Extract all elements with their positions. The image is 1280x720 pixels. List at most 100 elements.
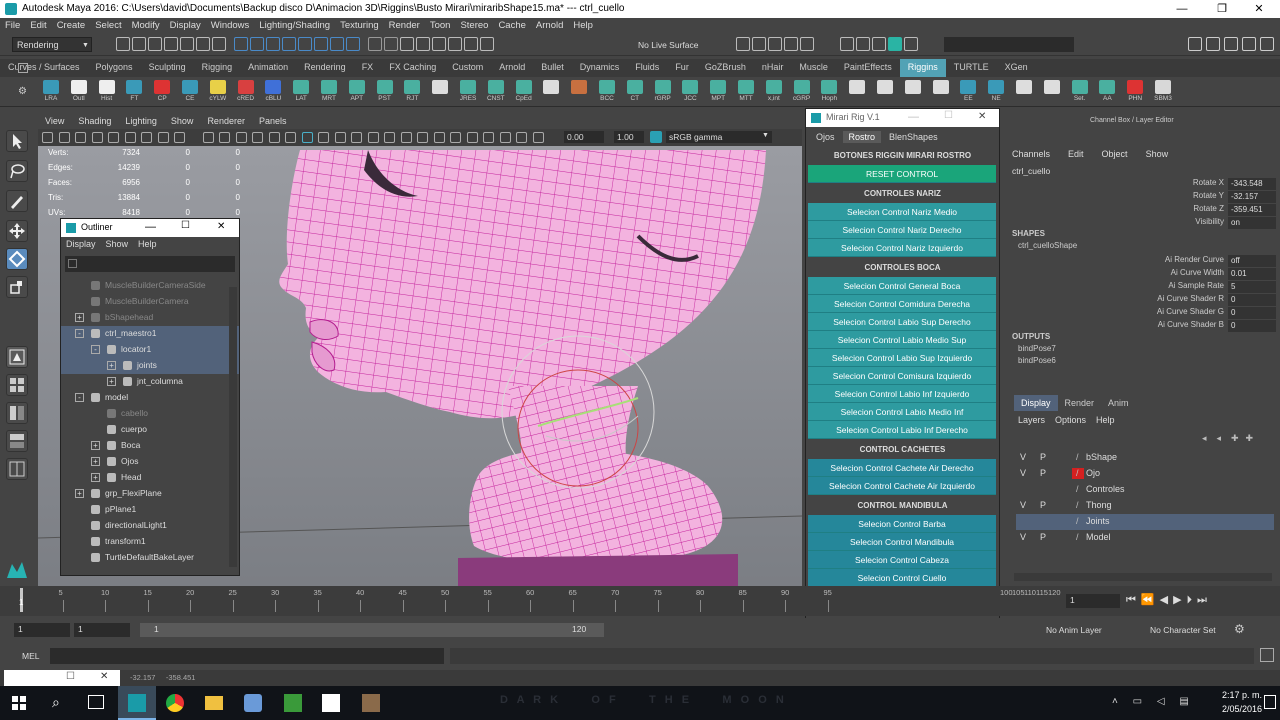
shelf-button-tool-icon[interactable] — [1013, 80, 1035, 104]
statusline-tool-icon[interactable] — [330, 37, 344, 51]
start-button-icon[interactable] — [12, 696, 26, 712]
menu-modify[interactable]: Modify — [127, 18, 165, 31]
viewport-menu-shading[interactable]: Shading — [71, 115, 118, 127]
mirari-button-selecion-control-cuello[interactable]: Selecion Control Cuello — [808, 569, 996, 587]
shape-attr-ai-sample-rate[interactable]: Ai Sample Rate — [1168, 281, 1224, 294]
shelf-tab-muscle[interactable]: Muscle — [791, 59, 836, 77]
panel-toggle-icon[interactable] — [1242, 37, 1256, 51]
shape-name[interactable]: ctrl_cuelloShape — [1018, 241, 1077, 254]
layout-icon-2[interactable] — [6, 430, 28, 452]
clock-date[interactable]: 2/05/2016 — [1222, 704, 1262, 714]
attr-value[interactable]: -359.451 — [1228, 204, 1276, 216]
shelf-tab-gozbrush[interactable]: GoZBrush — [697, 59, 754, 77]
shelf-button-tool-icon[interactable] — [540, 80, 562, 104]
shelf-button-phn-icon[interactable]: PHN — [1124, 80, 1146, 104]
layer-row-model[interactable]: V P / Model — [1016, 530, 1274, 546]
layer-tab-anim[interactable]: Anim — [1101, 395, 1136, 411]
mel-label[interactable]: MEL — [22, 651, 39, 661]
layer-menu-options[interactable]: Options — [1055, 415, 1086, 425]
shape-attr-value[interactable]: 0 — [1228, 320, 1276, 332]
shelf-button-tool-icon[interactable] — [429, 80, 451, 104]
mirari-button-selecion-control-labio-medio-sup[interactable]: Selecion Control Labio Medio Sup — [808, 331, 996, 349]
time-slider[interactable]: 5 10 15 20 25 30 35 40 45 50 55 60 65 70 75 80 85 90 95 1 … — [0, 586, 1280, 616]
layer-row-bshape[interactable]: V P / bShape — [1016, 450, 1274, 466]
outliner-close-button[interactable]: ✕ — [217, 221, 225, 232]
mirari-button-selecion-control-labio-medio-inf[interactable]: Selecion Control Labio Medio Inf — [808, 403, 996, 421]
attr-rotate-x[interactable]: Rotate X — [1193, 178, 1224, 191]
layer-tab-render[interactable]: Render — [1058, 395, 1102, 411]
shelf-button-cped-icon[interactable]: CpEd — [513, 80, 535, 104]
viewport-toggle-icon[interactable] — [466, 132, 478, 143]
statusline-tool-icon[interactable] — [116, 37, 130, 51]
new-layer-icon[interactable]: ✚ — [1231, 433, 1243, 444]
mirari-button-selecion-control-labio-inf-izquierdo[interactable]: Selecion Control Labio Inf Izquierdo — [808, 385, 996, 403]
shape-attr-ai-curve-shader-r[interactable]: Ai Curve Shader R — [1157, 294, 1224, 307]
shelf-button-outl-icon[interactable]: Outl — [68, 80, 90, 104]
viewport-toggle-icon[interactable] — [367, 132, 379, 143]
statusline-tool-icon[interactable] — [314, 37, 328, 51]
shelf-button-tool-icon[interactable] — [846, 80, 868, 104]
layer-row-thong[interactable]: V P / Thong — [1016, 498, 1274, 514]
shelf-button-cylw-icon[interactable]: cYLW — [207, 80, 229, 104]
viewport-toggle-icon[interactable] — [235, 132, 247, 143]
outliner-item-musclebuildercamera[interactable]: MuscleBuilderCamera — [61, 294, 239, 310]
outliner-item-locator1[interactable]: - locator1 — [61, 342, 239, 358]
attr-value[interactable]: -32.157 — [1228, 191, 1276, 203]
mel-input[interactable] — [50, 648, 444, 664]
mode-select[interactable]: Rendering — [12, 37, 92, 52]
shelf-button-set-icon[interactable]: Set. — [1069, 80, 1091, 104]
file-explorer-icon[interactable] — [205, 696, 223, 710]
step-back-icon[interactable]: ◀ — [1160, 594, 1173, 606]
rotate-tool-icon[interactable] — [6, 248, 28, 270]
render-tool-icon[interactable] — [736, 37, 750, 51]
expand-icon[interactable]: + — [107, 361, 116, 370]
outliner-search[interactable] — [65, 256, 235, 272]
outliner-item-turtledefaultbakelayer[interactable]: TurtleDefaultBakeLayer — [61, 550, 239, 566]
shelf-tab-rigging[interactable]: Rigging — [194, 59, 241, 77]
expand-icon[interactable]: + — [107, 377, 116, 386]
layer-tab-display[interactable]: Display — [1014, 395, 1058, 411]
outliner-maximize-button[interactable]: ☐ — [181, 220, 190, 231]
viewport-toggle-icon[interactable] — [417, 132, 428, 143]
lasso-tool-icon[interactable] — [6, 160, 28, 182]
viewport-menu-lighting[interactable]: Lighting — [118, 115, 164, 127]
shelf-button-ft-icon[interactable]: FT — [123, 80, 145, 104]
viewport-toggle-icon[interactable] — [219, 132, 230, 143]
outliner-item-jnt-columna[interactable]: + jnt_columna — [61, 374, 239, 390]
viewport-toggle-icon[interactable] — [42, 132, 53, 143]
shape-attr-value[interactable]: 0.01 — [1228, 268, 1276, 280]
mirari-minimize-button[interactable]: — — [908, 111, 919, 123]
panel-toggle-icon[interactable] — [1260, 37, 1274, 51]
viewport-toggle-icon[interactable] — [384, 132, 395, 143]
shelf-button-apt-icon[interactable]: APT — [346, 80, 368, 104]
statusline-tool-icon[interactable] — [148, 37, 162, 51]
clock-time[interactable]: 2:17 p. m. — [1222, 690, 1262, 700]
outliner-item-joints[interactable]: + joints — [61, 358, 239, 374]
statusline-tool-icon[interactable] — [400, 37, 414, 51]
shelf-button-rjt-icon[interactable]: RJT — [401, 80, 423, 104]
input-field[interactable] — [944, 37, 1074, 52]
colorspace-icon[interactable] — [650, 131, 662, 143]
statusline-tool-icon[interactable] — [416, 37, 430, 51]
shelf-tab-bullet[interactable]: Bullet — [533, 59, 572, 77]
move-layer-up-icon[interactable]: ◂ — [1202, 433, 1214, 444]
shelf-settings-icon[interactable] — [18, 63, 28, 73]
minimize-button[interactable]: — — [1165, 0, 1199, 18]
shelf-button-ce-icon[interactable]: CE — [179, 80, 201, 104]
menu-select[interactable]: Select — [90, 18, 126, 31]
viewport-toggle-icon[interactable] — [58, 132, 70, 143]
shelf-tab-fluids[interactable]: Fluids — [627, 59, 667, 77]
viewport-toggle-icon[interactable] — [351, 132, 362, 143]
expand-icon[interactable]: + — [91, 473, 100, 482]
output-bindpose6[interactable]: bindPose6 — [1018, 356, 1056, 369]
layer-name[interactable]: bShape — [1086, 452, 1117, 462]
shelf-tab-xgen[interactable]: XGen — [997, 59, 1036, 77]
filter-icon[interactable] — [68, 259, 77, 268]
statusline-tool-icon[interactable] — [448, 37, 462, 51]
reset-control-button[interactable]: RESET CONTROL — [808, 165, 996, 183]
shelf-button-cred-icon[interactable]: cRED — [235, 80, 257, 104]
collapse-icon[interactable]: - — [91, 345, 100, 354]
restore-button[interactable]: ❐ — [1205, 0, 1239, 18]
layer-name[interactable]: Model — [1086, 532, 1111, 542]
notifications-icon[interactable] — [1264, 695, 1276, 709]
